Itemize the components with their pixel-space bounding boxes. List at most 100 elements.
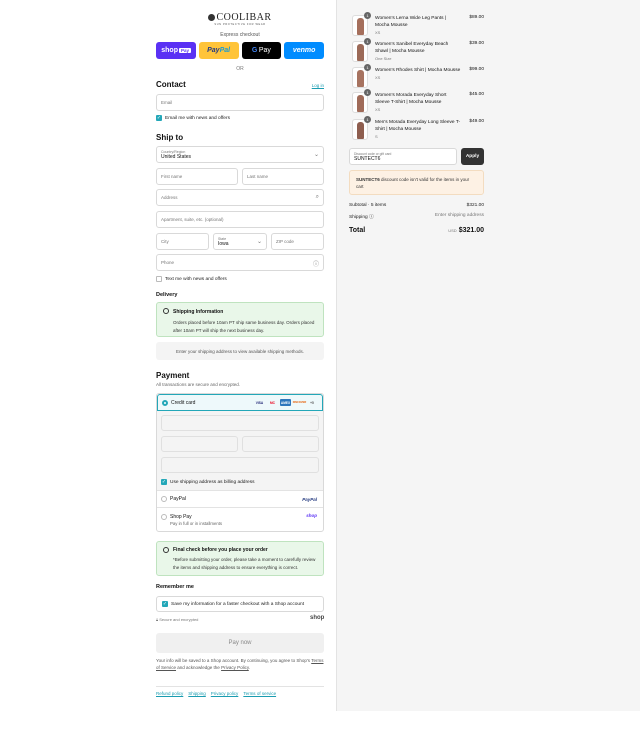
final-check-text: *Before submitting your order, please ta… bbox=[173, 557, 316, 570]
shop-pay-sublabel: Pay in full or in installments bbox=[170, 521, 223, 526]
help-icon[interactable]: ⓘ bbox=[313, 259, 319, 268]
product-info: Women's Lerna Wide Leg Pants | Mocha Mou… bbox=[375, 15, 461, 36]
privacy-policy-footer-link[interactable]: Privacy policy bbox=[211, 691, 239, 696]
product-image bbox=[357, 70, 364, 87]
email-news-label: Email me with news and offers bbox=[165, 115, 230, 121]
billing-same-checkbox[interactable]: ✓ Use shipping address as billing address bbox=[161, 479, 255, 485]
phone-placeholder: Phone bbox=[161, 260, 175, 265]
delivery-heading: Delivery bbox=[156, 292, 178, 298]
cart-item: 1 Men's Morada Everyday Long Sleeve T-Sh… bbox=[349, 116, 484, 141]
page-bottom bbox=[0, 711, 640, 737]
shipping-row: Shipping ⓘ Enter shipping address bbox=[349, 213, 484, 220]
card-name-field[interactable] bbox=[161, 457, 319, 473]
shop-pay-option[interactable]: Shop Pay Pay in full or in installments … bbox=[157, 507, 323, 531]
payment-subtitle: All transactions are secure and encrypte… bbox=[156, 382, 241, 387]
product-price: $45.00 bbox=[469, 92, 484, 97]
apply-discount-button[interactable]: Apply bbox=[461, 148, 484, 165]
product-info: Women's Rhodes Shirt | Mocha Mousse XS bbox=[375, 67, 461, 81]
venmo-button[interactable]: venmo bbox=[284, 42, 324, 59]
help-icon[interactable]: ⓘ bbox=[369, 215, 374, 220]
shop-pay-logo: shop bbox=[306, 513, 317, 518]
express-checkout-label: Express checkout bbox=[220, 32, 260, 38]
google-g-icon: G bbox=[251, 47, 258, 54]
credit-card-option[interactable]: Credit card VISA MC AMEX DISCOVER +5 bbox=[157, 394, 323, 411]
brand-tagline: SUN PROTECTIVE FOR WEAR bbox=[214, 23, 266, 26]
paypal-logo: PayPal bbox=[302, 496, 317, 502]
first-name-field[interactable]: First name bbox=[156, 168, 238, 185]
email-news-checkbox[interactable]: ✓ Email me with news and offers bbox=[156, 115, 230, 121]
shipping-methods-note: Enter your shipping address to view avai… bbox=[156, 342, 324, 360]
text-news-label: Text me with news and offers bbox=[165, 276, 227, 282]
radio-unselected-icon bbox=[161, 496, 167, 502]
product-name: Women's Morada Everyday Short Sleeve T-S… bbox=[375, 93, 447, 105]
shop-pay-badge: Pay bbox=[179, 48, 191, 53]
paypal-logo-pay: Pay bbox=[207, 47, 220, 54]
last-name-placeholder: Last name bbox=[247, 174, 269, 179]
secure-note: 🔒︎ Secure and encrypted bbox=[156, 617, 198, 622]
email-field[interactable]: Email bbox=[156, 94, 324, 111]
cart-item: 1 Women's Sanibel Everyday Beach Shawl |… bbox=[349, 38, 484, 63]
phone-field[interactable]: Phone ⓘ bbox=[156, 254, 324, 271]
city-placeholder: City bbox=[161, 239, 169, 244]
product-price: $49.00 bbox=[469, 119, 484, 124]
subtotal-value: $321.00 bbox=[466, 203, 484, 208]
google-pay-button[interactable]: G Pay bbox=[241, 42, 282, 59]
refund-policy-link[interactable]: Refund policy bbox=[156, 691, 183, 696]
terms-of-service-footer-link[interactable]: Terms of service bbox=[243, 691, 276, 696]
card-expiry-field[interactable] bbox=[161, 436, 238, 452]
last-name-field[interactable]: Last name bbox=[242, 168, 324, 185]
product-name: Women's Lerna Wide Leg Pants | Mocha Mou… bbox=[375, 16, 447, 28]
apartment-field[interactable]: Apartment, suite, etc. (optional) bbox=[156, 211, 324, 228]
express-checkout-buttons: shop Pay Pay Pal G Pay venmo bbox=[156, 42, 324, 59]
pay-now-button[interactable]: Pay now bbox=[156, 633, 324, 653]
quantity-badge: 1 bbox=[364, 38, 371, 45]
cart-item: 1 Women's Rhodes Shirt | Mocha Mousse XS … bbox=[349, 64, 484, 89]
mastercard-icon: MC bbox=[270, 400, 275, 405]
quantity-badge: 1 bbox=[364, 89, 371, 96]
visa-icon: VISA bbox=[255, 400, 264, 405]
paypal-button[interactable]: Pay Pal bbox=[198, 42, 239, 59]
card-form: ✓ Use shipping address as billing address bbox=[157, 411, 323, 490]
secure-label: Secure and encrypted bbox=[159, 617, 199, 622]
country-value: United States bbox=[161, 153, 192, 160]
brand-logo[interactable]: COOLIBAR SUN PROTECTIVE FOR WEAR bbox=[196, 12, 284, 26]
product-price: $39.00 bbox=[469, 41, 484, 46]
card-security-code-field[interactable] bbox=[242, 436, 319, 452]
footer-links: Refund policy Shipping Privacy policy Te… bbox=[156, 691, 276, 696]
remember-me-box: ✓ Save my information for a faster checko… bbox=[156, 596, 324, 612]
shipping-value: Enter shipping address bbox=[434, 213, 484, 218]
search-icon: ⌕ bbox=[315, 194, 319, 200]
save-info-label: Save my information for a faster checkou… bbox=[171, 601, 305, 607]
payment-methods: Credit card VISA MC AMEX DISCOVER +5 ✓ Us… bbox=[156, 393, 324, 532]
card-number-field[interactable] bbox=[161, 415, 319, 431]
paypal-option[interactable]: PayPal PayPal bbox=[157, 490, 323, 507]
credit-card-label: Credit card bbox=[171, 399, 196, 406]
state-select[interactable]: State Iowa ⌄ bbox=[213, 233, 267, 250]
country-select[interactable]: Country/Region United States ⌄ bbox=[156, 146, 324, 163]
product-variant: One Size bbox=[375, 56, 392, 61]
shop-pay-option-label: Shop Pay bbox=[170, 514, 192, 520]
checkbox-checked-icon: ✓ bbox=[161, 479, 167, 485]
save-info-checkbox[interactable]: ✓ Save my information for a faster checko… bbox=[162, 601, 304, 607]
cart-item: 1 Women's Morada Everyday Short Sleeve T… bbox=[349, 89, 484, 114]
product-name: Men's Morada Everyday Long Sleeve T-Shir… bbox=[375, 120, 461, 132]
shop-pay-button[interactable]: shop Pay bbox=[156, 42, 196, 59]
billing-same-label: Use shipping address as billing address bbox=[170, 479, 255, 485]
login-link[interactable]: Log in bbox=[300, 83, 324, 88]
product-price: $89.00 bbox=[469, 15, 484, 20]
final-check-banner: Final check before you place your order … bbox=[156, 541, 324, 576]
privacy-policy-link[interactable]: Privacy Policy bbox=[221, 665, 249, 670]
total-value: $321.00 bbox=[458, 227, 484, 234]
product-variant: XS bbox=[375, 75, 381, 80]
city-field[interactable]: City bbox=[156, 233, 209, 250]
text-news-checkbox[interactable]: Text me with news and offers bbox=[156, 276, 227, 282]
address-field[interactable]: Address ⌕ bbox=[156, 189, 324, 206]
quantity-badge: 1 bbox=[364, 64, 371, 71]
email-placeholder: Email bbox=[161, 100, 173, 105]
zip-field[interactable]: ZIP code bbox=[271, 233, 324, 250]
zip-placeholder: ZIP code bbox=[276, 239, 294, 244]
ship-to-heading: Ship to bbox=[156, 133, 184, 142]
shipping-link[interactable]: Shipping bbox=[188, 691, 206, 696]
card-logos: VISA MC AMEX DISCOVER +5 bbox=[254, 399, 316, 406]
discount-code-field[interactable]: Discount code or gift card SUNTECT6 bbox=[349, 148, 457, 165]
